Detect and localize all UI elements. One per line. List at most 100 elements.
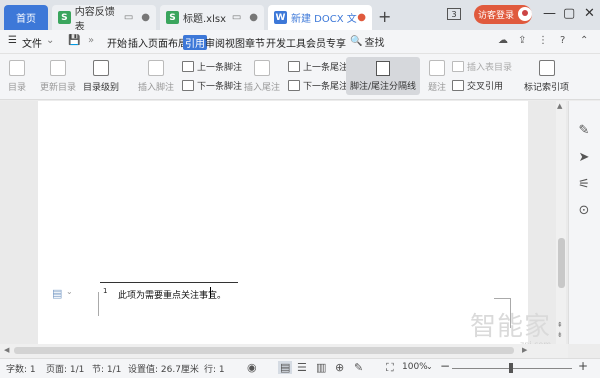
zoom-out-button[interactable]: − — [440, 359, 450, 373]
cloud-icon[interactable]: ☁ — [498, 35, 508, 46]
menu-view[interactable]: 视图 — [225, 35, 245, 50]
scroll-up-page-icon[interactable]: ⇞ — [557, 321, 563, 329]
tab-title-xlsx[interactable]: S 标题.xlsx ▭ ● — [160, 5, 264, 30]
caption-button[interactable]: 题注 — [428, 60, 446, 93]
row-indicator[interactable]: 行: 1 — [204, 362, 225, 375]
menu-dev-tools[interactable]: 开发工具 — [266, 35, 306, 50]
avatar[interactable] — [518, 7, 532, 21]
edit-pen-icon[interactable]: ✎ — [576, 123, 592, 139]
document-page[interactable] — [38, 101, 528, 344]
eye-protection-icon[interactable]: ◉ — [247, 361, 257, 374]
fit-screen-icon[interactable]: ⛶ — [386, 361, 394, 375]
search-icon: 🔍 — [350, 36, 363, 47]
search-button[interactable]: 🔍 查找 — [350, 34, 384, 49]
word-count[interactable]: 字数: 1 — [6, 362, 36, 375]
next-endnote-icon — [288, 80, 300, 91]
more-icon[interactable]: » — [88, 35, 94, 46]
tab-dot-icon[interactable]: ● — [141, 12, 150, 23]
caption-icon — [429, 60, 445, 76]
cross-reference-button[interactable]: 交叉引用 — [452, 79, 503, 92]
scroll-right-icon[interactable]: ▶ — [522, 346, 527, 354]
collapse-ribbon-icon[interactable]: ⌃ — [580, 35, 588, 46]
menu-review[interactable]: 审阅 — [205, 35, 225, 50]
margin-mark — [98, 292, 99, 316]
text-cursor — [210, 287, 211, 298]
read-mode-icon[interactable]: ▥ — [316, 361, 326, 374]
menu-insert[interactable]: 插入 — [128, 35, 148, 50]
web-view-icon[interactable]: ⊕ — [335, 361, 344, 374]
scroll-up-icon[interactable]: ▲ — [557, 102, 562, 110]
scroll-down-page-icon[interactable]: ⇟ — [557, 331, 563, 339]
footnote-separator-line — [100, 282, 238, 283]
cursor-select-icon[interactable]: ➤ — [576, 150, 592, 166]
menu-chapter[interactable]: 章节 — [245, 35, 265, 50]
menu-reference[interactable]: 引用 — [183, 35, 207, 50]
zoom-level[interactable]: 100% — [402, 362, 428, 372]
paragraph-handle-icon[interactable]: ▤ — [52, 287, 62, 300]
hamburger-icon[interactable]: ☰ — [8, 35, 17, 46]
tab-home[interactable]: 首页 — [4, 5, 48, 30]
separator-icon — [376, 61, 390, 76]
footnote-number: 1 — [103, 287, 108, 295]
horizontal-scroll-thumb[interactable] — [14, 347, 514, 354]
prev-footnote-button[interactable]: 上一条脚注 — [182, 60, 242, 73]
next-endnote-label: 下一条尾注 — [303, 82, 349, 92]
insert-footnote-label: 插入脚注 — [138, 83, 175, 93]
help-circle-icon[interactable]: ⊙ — [576, 203, 592, 219]
add-tab-button[interactable]: + — [378, 7, 391, 26]
menu-file[interactable]: 文件 — [22, 35, 42, 50]
insert-footnote-button[interactable]: 插入脚注 — [138, 60, 174, 93]
prev-footnote-label: 上一条脚注 — [197, 63, 243, 73]
monitor-icon[interactable]: ▭ — [124, 12, 133, 23]
vertical-scrollbar[interactable] — [556, 101, 566, 344]
maximize-icon[interactable]: ▢ — [563, 6, 575, 21]
insert-endnote-button[interactable]: 插入尾注 — [244, 60, 280, 93]
watermark-brand: 智能家 — [470, 312, 552, 342]
mark-index-button[interactable]: 标记索引项 — [524, 60, 569, 93]
chevron-down-icon[interactable]: ⌄ — [66, 287, 73, 296]
scroll-left-icon[interactable]: ◀ — [4, 346, 9, 354]
update-toc-icon — [50, 60, 66, 76]
cross-reference-label: 交叉引用 — [467, 82, 504, 92]
help-icon[interactable]: ? — [560, 35, 565, 46]
tab-new-docx[interactable]: W 新建 DOCX 文 ● — [268, 5, 372, 30]
close-icon[interactable]: ✕ — [584, 6, 595, 21]
toc-level-button[interactable]: 目录级别 — [83, 60, 119, 93]
tab-dot-icon[interactable]: ● — [249, 12, 258, 23]
mark-index-label: 标记索引项 — [524, 83, 570, 93]
adjust-sliders-icon[interactable]: ⚟ — [576, 177, 592, 193]
separator-label: 脚注/尾注分隔线 — [349, 82, 417, 92]
page-indicator[interactable]: 页面: 1/1 — [46, 362, 84, 375]
zoom-in-button[interactable]: + — [578, 359, 588, 373]
tab-modified-dot-icon[interactable]: ● — [357, 12, 366, 23]
menu-start[interactable]: 开始 — [107, 35, 127, 50]
save-icon[interactable]: 💾 — [68, 35, 80, 46]
spreadsheet-icon: S — [166, 11, 179, 24]
write-mode-icon[interactable]: ✎ — [354, 361, 363, 374]
menu-page-layout[interactable]: 页面布局 — [148, 35, 188, 50]
next-footnote-button[interactable]: 下一条脚注 — [182, 79, 242, 92]
tab-content-feedback[interactable]: S 内容反馈表 ▭ ● — [52, 5, 156, 33]
menu-vip[interactable]: 会员专享 — [306, 35, 346, 50]
window-count-badge[interactable]: 3 — [447, 8, 461, 20]
outline-view-icon[interactable]: ☰ — [297, 361, 307, 374]
next-endnote-button[interactable]: 下一条尾注 — [288, 79, 348, 92]
share-icon[interactable]: ⇪ — [518, 35, 526, 46]
chevron-down-icon[interactable]: ⌄ — [426, 362, 433, 371]
monitor-icon[interactable]: ▭ — [232, 12, 241, 23]
zoom-slider-handle[interactable] — [509, 363, 513, 373]
next-footnote-label: 下一条脚注 — [197, 82, 243, 92]
toc-button[interactable]: 目录 — [8, 60, 26, 93]
vertical-scroll-thumb[interactable] — [558, 238, 565, 288]
prev-endnote-button[interactable]: 上一条尾注 — [288, 60, 348, 73]
setting-value[interactable]: 设置值: 26.7厘米 — [128, 362, 199, 375]
caption-label: 题注 — [428, 83, 447, 93]
update-toc-button[interactable]: 更新目录 — [40, 60, 76, 93]
footnote-separator-button[interactable]: 脚注/尾注分隔线 — [346, 57, 420, 95]
more-options-icon[interactable]: ⋮ — [538, 35, 548, 46]
chevron-down-icon[interactable]: ⌄ — [46, 35, 54, 46]
insert-table-of-figures-button[interactable]: 插入表目录 — [452, 60, 512, 73]
minimize-icon[interactable]: — — [543, 6, 556, 21]
section-indicator[interactable]: 节: 1/1 — [92, 362, 121, 375]
page-view-icon[interactable]: ▤ — [278, 361, 293, 374]
